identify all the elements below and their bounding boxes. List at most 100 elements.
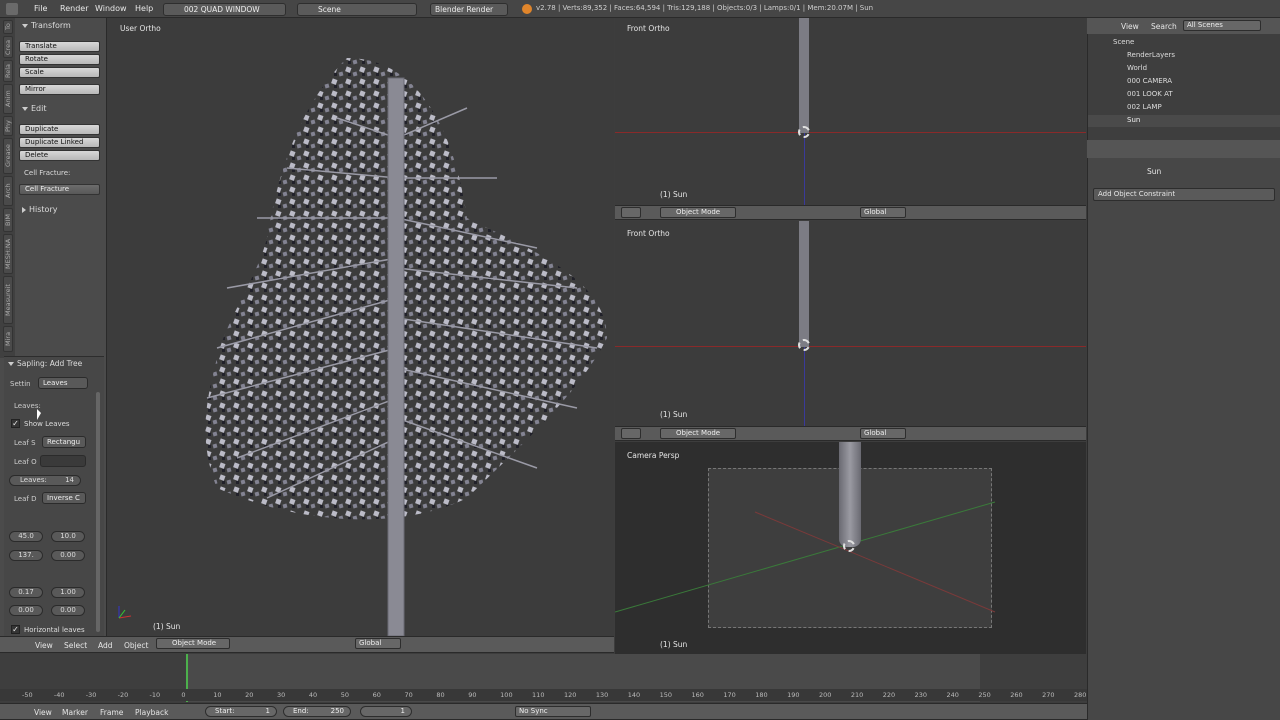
front-ortho-viewport-mid[interactable]: Front Ortho (1) Sun	[615, 221, 1086, 426]
transform-orientation-select[interactable]: Global	[860, 207, 906, 218]
outliner-row-camera[interactable]: 000 CAMERA	[1127, 77, 1172, 85]
timeline-tick-label: 240	[946, 691, 959, 699]
outliner-row-world[interactable]: World	[1127, 64, 1147, 72]
tree-canopy	[205, 58, 607, 520]
leaf-shape-select[interactable]: Rectangu	[42, 436, 86, 448]
leaf-scale-v-field[interactable]: 0.00	[51, 605, 85, 616]
current-frame-field[interactable]: 1	[360, 706, 412, 717]
menu-file[interactable]: File	[34, 4, 47, 13]
outliner-search-menu[interactable]: Search	[1151, 22, 1177, 31]
outliner-row-renderlayers[interactable]: RenderLayers	[1127, 51, 1175, 59]
transform-orientation-select[interactable]: Global	[860, 428, 906, 439]
outliner-row-sun[interactable]: Sun	[1127, 116, 1140, 124]
tab-tools[interactable]: To	[3, 20, 13, 34]
tab-animation[interactable]: Anim	[3, 84, 13, 114]
editor-type-button[interactable]	[621, 428, 641, 439]
tab-mira[interactable]: Mira	[3, 326, 13, 352]
outliner-scope-select[interactable]: All Scenes	[1183, 20, 1261, 31]
end-frame-label: End:	[293, 707, 309, 715]
leaf-down-angle-var-field[interactable]: 10.0	[51, 531, 85, 542]
object-mode-select[interactable]: Object Mode	[156, 638, 230, 649]
leaf-dist-value: Inverse C	[47, 494, 80, 502]
horizontal-leaves-label: Horizontal leaves	[24, 626, 85, 634]
timeline-marker-menu[interactable]: Marker	[62, 708, 88, 717]
object-mode-select[interactable]: Object Mode	[660, 428, 736, 439]
outliner-row-scene[interactable]: Scene	[1113, 38, 1134, 46]
main-view3d-header	[0, 636, 614, 653]
add-object-constraint-select[interactable]: Add Object Constraint	[1093, 188, 1275, 201]
timeline-view-menu[interactable]: View	[34, 708, 52, 717]
info-editor-icon[interactable]	[6, 3, 18, 15]
timeline-tick-label: 260	[1010, 691, 1023, 699]
add-menu[interactable]: Add	[98, 641, 113, 650]
show-leaves-checkbox[interactable]: ✓	[11, 419, 20, 428]
settings-select-value: Leaves	[43, 379, 68, 387]
leaf-rotate-var-field[interactable]: 0.00	[51, 550, 85, 561]
timeline-tick-label: 230	[914, 691, 928, 699]
timeline-tick-label: 10	[213, 691, 222, 699]
menu-window[interactable]: Window	[95, 4, 127, 13]
select-menu[interactable]: Select	[64, 641, 87, 650]
leaf-scale-x-field[interactable]: 1.00	[51, 587, 85, 598]
scene-field[interactable]: Scene	[297, 3, 417, 16]
settings-select[interactable]: Leaves	[38, 377, 88, 389]
object-mode-select[interactable]: Object Mode	[660, 207, 736, 218]
collapse-triangle-icon	[22, 106, 28, 111]
mirror-button[interactable]: Mirror	[19, 84, 100, 95]
translate-button[interactable]: Translate	[19, 41, 100, 52]
delete-button[interactable]: Delete	[19, 150, 100, 161]
leaf-shape-value: Rectangu	[47, 438, 81, 446]
leaf-dist-select[interactable]: Inverse C	[42, 492, 86, 504]
main-viewport[interactable]: User Ortho (1) Sun	[107, 18, 614, 636]
tab-archipack[interactable]: Arch	[3, 176, 13, 206]
scale-button[interactable]: Scale	[19, 67, 100, 78]
leaves-count-field[interactable]: Leaves: 14	[9, 475, 81, 486]
leaf-scale-field[interactable]: 0.17	[9, 587, 43, 598]
duplicate-linked-button[interactable]: Duplicate Linked	[19, 137, 100, 148]
rotate-button[interactable]: Rotate	[19, 54, 100, 65]
sync-mode-select[interactable]: No Sync	[515, 706, 591, 717]
timeline-tick-label: 130	[595, 691, 609, 699]
menu-help[interactable]: Help	[135, 4, 153, 13]
object-menu[interactable]: Object	[124, 641, 148, 650]
history-header[interactable]: History	[22, 205, 57, 214]
transform-header[interactable]: Transform	[22, 21, 71, 30]
tab-bim[interactable]: BIM	[3, 208, 13, 232]
leaves-count-label: Leaves:	[20, 476, 47, 484]
tab-measureit[interactable]: Measureit	[3, 276, 13, 324]
cell-fracture-button[interactable]: Cell Fracture	[19, 184, 100, 195]
tab-relations[interactable]: Rela	[3, 60, 13, 82]
menu-render[interactable]: Render	[60, 4, 88, 13]
leaf-object-select[interactable]	[40, 455, 86, 467]
leaf-dist-label: Leaf D	[14, 495, 37, 503]
add-object-constraint-label: Add Object Constraint	[1098, 190, 1176, 198]
camera-persp-viewport[interactable]: Camera Persp (1) Sun	[615, 442, 1086, 654]
timeline-playback-menu[interactable]: Playback	[135, 708, 168, 717]
front-ortho-viewport-top[interactable]: Front Ortho (1) Sun	[615, 18, 1086, 205]
duplicate-button[interactable]: Duplicate	[19, 124, 100, 135]
start-frame-field[interactable]: Start: 1	[205, 706, 277, 717]
timeline-tick-label: 50	[340, 691, 350, 699]
tab-physics[interactable]: Phy	[3, 116, 13, 136]
leaf-scale-t-field[interactable]: 0.00	[9, 605, 43, 616]
tab-mesh[interactable]: MESH:NA	[3, 234, 13, 274]
timeline-frame-menu[interactable]: Frame	[100, 708, 123, 717]
view-menu[interactable]: View	[35, 641, 53, 650]
outliner-row-lamp[interactable]: 002 LAMP	[1127, 103, 1162, 111]
tab-create[interactable]: Crea	[3, 36, 13, 58]
editor-type-button[interactable]	[621, 207, 641, 218]
render-engine-select[interactable]: Blender Render	[430, 3, 508, 16]
object-mode-label: Object Mode	[676, 429, 721, 437]
panel-scrollbar[interactable]	[96, 392, 100, 632]
tab-grease-pencil[interactable]: Grease	[3, 138, 13, 174]
transform-orientation-select[interactable]: Global	[355, 638, 401, 649]
end-frame-field[interactable]: End: 250	[283, 706, 351, 717]
outliner-view-menu[interactable]: View	[1121, 22, 1139, 31]
outliner-row-look-at[interactable]: 001 LOOK AT	[1127, 90, 1173, 98]
horizontal-leaves-checkbox[interactable]: ✓	[11, 625, 20, 634]
operator-panel-header[interactable]: Sapling: Add Tree	[8, 359, 82, 368]
screen-layout-field[interactable]: 002 QUAD WINDOW	[163, 3, 286, 16]
leaf-down-angle-field[interactable]: 45.0	[9, 531, 43, 542]
edit-header[interactable]: Edit	[22, 104, 47, 113]
leaf-rotate-field[interactable]: 137.	[9, 550, 43, 561]
